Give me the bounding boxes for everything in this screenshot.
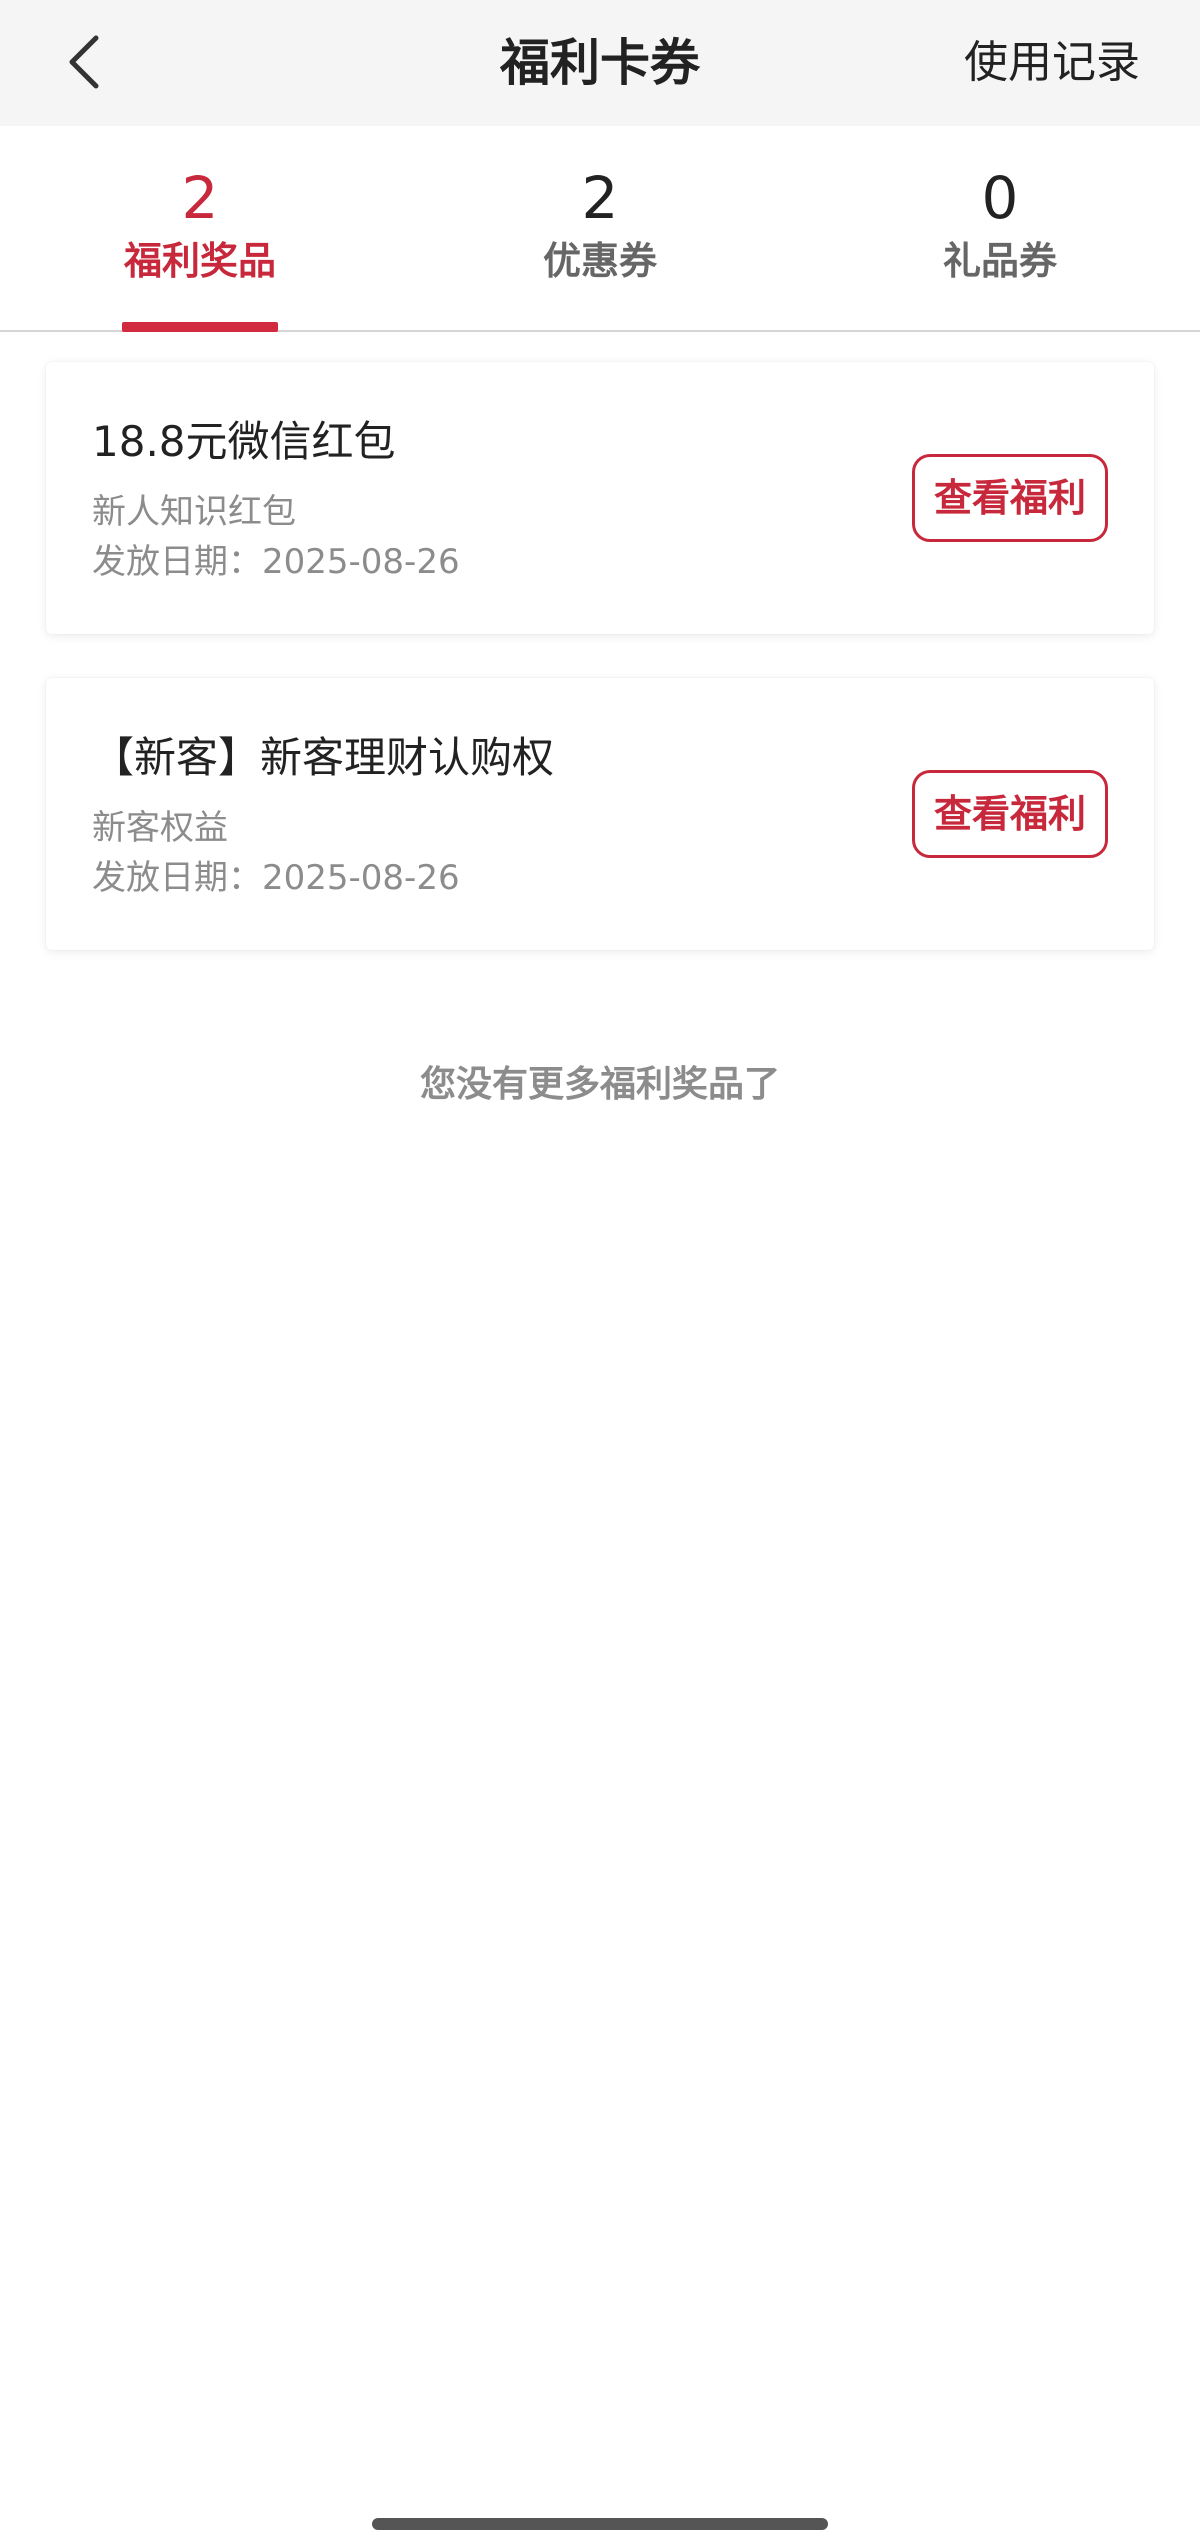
back-button[interactable] <box>44 22 124 102</box>
tab-count: 2 <box>181 164 219 232</box>
home-indicator-bar[interactable] <box>372 2518 828 2530</box>
card-issue-date: 发放日期：2025-08-26 <box>92 858 460 898</box>
card-subtitle: 新人知识红包 <box>92 492 296 532</box>
view-welfare-button[interactable]: 查看福利 <box>912 770 1108 858</box>
tab-welfare-prizes[interactable]: 2 福利奖品 <box>0 126 400 332</box>
welfare-card: 18.8元微信红包 新人知识红包 发放日期：2025-08-26 查看福利 <box>46 362 1154 634</box>
no-more-items-text: 您没有更多福利奖品了 <box>419 1064 780 1105</box>
tab-count: 0 <box>981 164 1019 232</box>
tab-bar: 2 福利奖品 2 优惠券 0 礼品券 <box>0 126 1200 332</box>
tab-count: 2 <box>581 164 619 232</box>
card-issue-date: 发放日期：2025-08-26 <box>92 542 460 582</box>
tab-label: 优惠券 <box>542 239 657 283</box>
card-title: 18.8元微信红包 <box>92 417 396 466</box>
view-welfare-button[interactable]: 查看福利 <box>912 454 1108 542</box>
tab-coupons[interactable]: 2 优惠券 <box>400 126 800 330</box>
tab-label: 福利奖品 <box>123 239 276 283</box>
tab-gift-vouchers[interactable]: 0 礼品券 <box>800 126 1200 330</box>
card-subtitle: 新客权益 <box>92 808 228 848</box>
usage-history-link[interactable]: 使用记录 <box>964 0 1140 126</box>
card-title: 【新客】新客理财认购权 <box>92 733 555 782</box>
top-nav-bar: 福利卡券 使用记录 <box>0 0 1200 126</box>
chevron-left-icon <box>69 35 99 89</box>
active-tab-indicator <box>122 322 278 332</box>
welfare-card: 【新客】新客理财认购权 新客权益 发放日期：2025-08-26 查看福利 <box>46 678 1154 950</box>
tab-label: 礼品券 <box>942 239 1057 283</box>
